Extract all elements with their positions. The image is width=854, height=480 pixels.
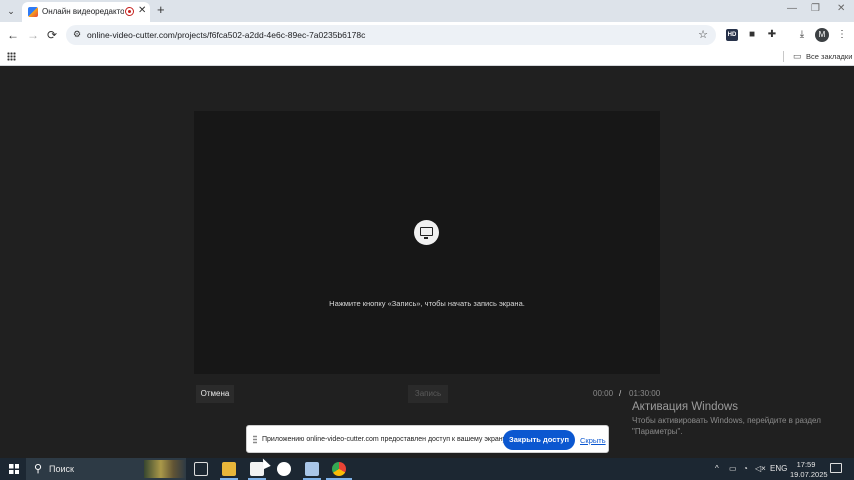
battery-icon[interactable]: ▭	[729, 464, 737, 473]
screen-share-bar: Приложению online-video-cutter.com предо…	[246, 425, 609, 453]
download-icon[interactable]: ⤓	[796, 29, 808, 41]
network-icon[interactable]: ◔	[743, 464, 748, 473]
yandex-browser-icon[interactable]	[277, 462, 291, 476]
browser-tab[interactable]: Онлайн видеоредактор – Cl ✕	[22, 2, 150, 22]
monitor-icon	[420, 227, 433, 239]
app-icon[interactable]	[305, 462, 319, 476]
extensions-puzzle-icon[interactable]: ✚	[766, 29, 778, 41]
taskbar-search[interactable]: ⚲ Поиск	[26, 458, 186, 480]
restore-button[interactable]: ❐	[811, 3, 820, 14]
new-tab-button[interactable]: +	[157, 2, 165, 17]
reading-mode-icon[interactable]: ■	[746, 29, 758, 41]
drag-handle-icon[interactable]	[253, 435, 257, 444]
bookmark-star-icon[interactable]: ☆	[698, 28, 708, 41]
browser-toolbar: ← → ⟳ ⚙ online-video-cutter.com/projects…	[0, 22, 854, 48]
taskbar: ⚲ Поиск ^ ▭ ◔ ◁× ENG 17:59 19.07.2025	[0, 458, 854, 480]
notifications-icon[interactable]	[830, 463, 842, 473]
page-content: Нажмите кнопку «Запись», чтобы начать за…	[0, 67, 854, 458]
task-view-icon[interactable]	[194, 462, 208, 476]
reload-button[interactable]: ⟳	[47, 28, 57, 42]
url-text[interactable]: online-video-cutter.com/projects/f6fca50…	[87, 30, 365, 40]
bookmarks-separator	[783, 51, 784, 62]
time-separator: /	[619, 389, 622, 398]
tab-close-button[interactable]: ✕	[138, 5, 146, 16]
time-current: 00:00	[593, 389, 614, 398]
stop-sharing-button[interactable]: Закрыть доступ	[503, 430, 575, 450]
search-icon: ⚲	[34, 463, 43, 475]
taskbar-clock[interactable]: 17:59 19.07.2025	[790, 460, 828, 479]
volume-icon[interactable]: ◁×	[755, 464, 766, 473]
profile-avatar[interactable]: M	[815, 28, 829, 42]
record-hint: Нажмите кнопку «Запись», чтобы начать за…	[329, 299, 525, 308]
recording-indicator-icon	[125, 7, 134, 16]
menu-kebab-icon[interactable]: ⋮	[836, 29, 848, 41]
clock-date: 19.07.2025	[790, 469, 828, 479]
chrome-icon[interactable]	[332, 462, 346, 476]
all-bookmarks-link[interactable]: Все закладки	[806, 52, 852, 61]
site-settings-icon[interactable]: ⚙	[73, 29, 81, 40]
back-button[interactable]: ←	[7, 28, 19, 42]
apps-grid-icon[interactable]	[7, 52, 16, 61]
bookmarks-bar: ▭ Все закладки	[0, 48, 854, 66]
clock-time: 17:59	[796, 460, 816, 469]
file-explorer-icon[interactable]	[222, 462, 236, 476]
activation-watermark-text: Чтобы активировать Windows, перейдите в …	[632, 416, 821, 436]
tab-strip: ⌄ Онлайн видеоредактор – Cl ✕ + — ❐ ✕	[0, 0, 854, 22]
tab-title: Онлайн видеоредактор – Cl	[42, 7, 124, 16]
minimize-button[interactable]: —	[787, 3, 797, 14]
windows-start-icon[interactable]	[9, 464, 19, 474]
tray-chevron-icon[interactable]: ^	[715, 464, 719, 473]
close-window-button[interactable]: ✕	[837, 3, 845, 14]
site-favicon-icon	[28, 7, 38, 17]
cancel-button[interactable]: Отмена	[196, 385, 234, 403]
tab-search-button[interactable]: ⌄	[3, 3, 19, 19]
forward-button[interactable]: →	[27, 28, 39, 42]
record-button[interactable]: Запись	[408, 385, 448, 403]
screen-icon-badge	[414, 220, 439, 245]
time-total: 01:30:00	[629, 389, 661, 398]
extension-icon[interactable]: HD	[726, 29, 738, 41]
search-highlight-image	[144, 460, 186, 478]
hide-link[interactable]: Скрыть	[580, 436, 606, 445]
address-bar[interactable]: ⚙ online-video-cutter.com/projects/f6fca…	[66, 25, 716, 45]
search-label: Поиск	[49, 464, 74, 474]
share-message: Приложению online-video-cutter.com предо…	[262, 436, 508, 443]
language-indicator[interactable]: ENG	[770, 464, 787, 473]
screen-preview: Нажмите кнопку «Запись», чтобы начать за…	[194, 111, 660, 374]
activation-watermark-title: Активация Windows	[632, 401, 738, 413]
folder-icon: ▭	[793, 51, 802, 61]
